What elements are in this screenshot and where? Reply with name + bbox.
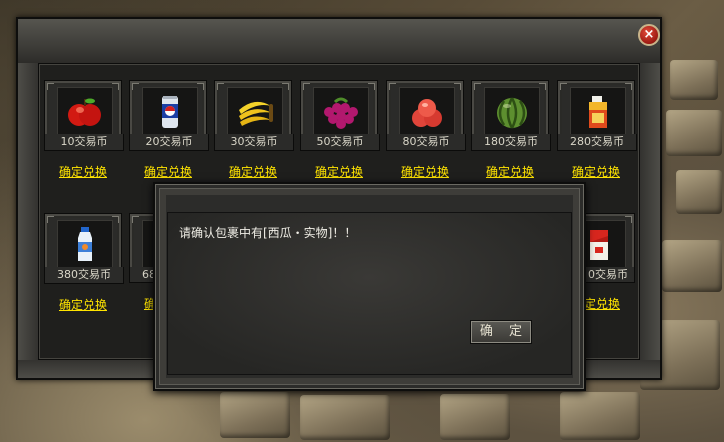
redeem-link[interactable]: 确定兑换 [129, 163, 207, 180]
redeem-link[interactable]: 确定兑换 [44, 296, 122, 313]
redeem-link: 确定兑换 [314, 165, 363, 179]
shop-item-banana: 30交易币 确定兑换 [214, 80, 294, 180]
item-price: 10交易币 [44, 134, 124, 151]
watermelon-icon [484, 87, 540, 137]
shop-item-water: 380交易币 确定兑换 [44, 213, 124, 313]
soda-can-icon [142, 87, 198, 137]
confirm-dialog: 请确认包裹中有[西瓜・实物]！！ 确 定 [153, 182, 586, 391]
background-rock [662, 240, 722, 292]
redeem-link[interactable]: 确定兑换 [44, 163, 122, 180]
panel-frame-right [640, 63, 660, 378]
panel-title-bar [18, 19, 660, 64]
item-price: 180交易币 [471, 134, 551, 151]
confirm-button[interactable]: 确 定 [470, 320, 532, 344]
background-rock [300, 395, 390, 440]
redeem-link: 确定兑换 [228, 165, 277, 179]
panel-frame-left [18, 63, 38, 378]
background-rock [560, 392, 640, 440]
item-price: 50交易币 [300, 134, 380, 151]
item-price: 80交易币 [386, 134, 466, 151]
shop-item-peach: 80交易币 确定兑换 [386, 80, 466, 180]
shop-item-juice: 280交易币 确定兑换 [557, 80, 637, 180]
redeem-link: 确定兑换 [400, 165, 449, 179]
apple-icon [57, 87, 113, 137]
juice-box-icon [570, 87, 626, 137]
shop-item-soda: 20交易币 确定兑换 [129, 80, 209, 180]
background-rock [666, 110, 722, 156]
shop-item-watermelon: 180交易币 确定兑换 [471, 80, 551, 180]
background-rock [676, 170, 722, 214]
grape-icon [313, 87, 369, 137]
item-price: 380交易币 [44, 267, 124, 284]
item-price: 280交易币 [557, 134, 637, 151]
banana-icon [227, 87, 283, 137]
item-price: 20交易币 [129, 134, 209, 151]
redeem-link: 确定兑换 [485, 165, 534, 179]
water-bottle-icon [57, 220, 113, 270]
redeem-link[interactable]: 确定兑换 [557, 163, 635, 180]
item-price: 30交易币 [214, 134, 294, 151]
close-icon: × [643, 27, 655, 42]
background-rock [440, 394, 510, 440]
dialog-message: 请确认包裹中有[西瓜・实物]！！ [179, 226, 357, 240]
peach-icon [399, 87, 455, 137]
shop-item-apple: 10交易币 确定兑换 [44, 80, 124, 180]
close-button[interactable]: × [638, 24, 660, 46]
shop-item-grape: 50交易币 确定兑换 [300, 80, 380, 180]
background-rock [220, 392, 290, 438]
background-rock [670, 60, 718, 100]
